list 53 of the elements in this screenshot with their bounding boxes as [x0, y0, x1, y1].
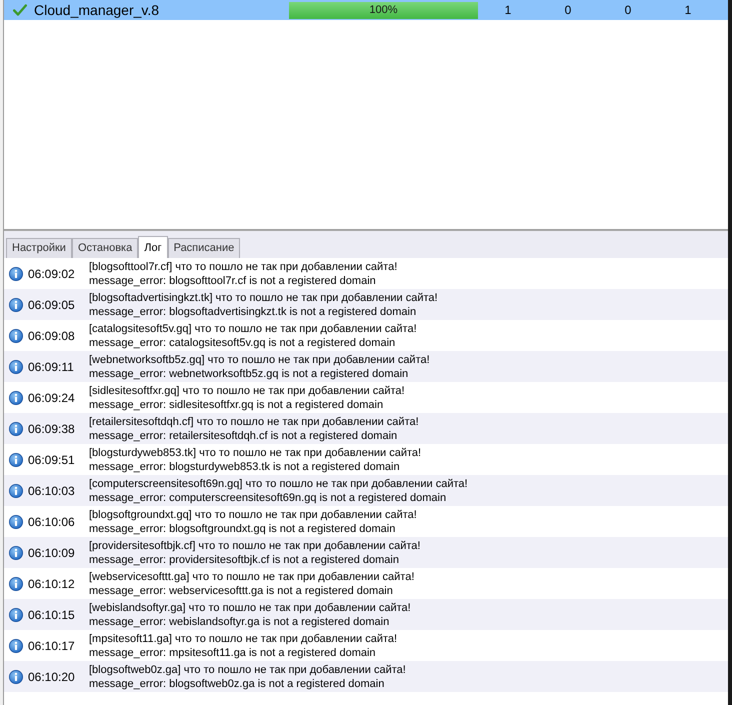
log-message: message_error: blogsturdyweb853.tk is not a registered domain	[89, 460, 401, 474]
log-message: message_error: webservicesofttt.ga is not a registered domain	[89, 584, 394, 598]
log-message: message_error: blogsofttool7r.cf is not a registered domain	[89, 274, 377, 288]
log-time: 06:09:05	[27, 296, 76, 314]
log-message: message_error: sidlesitesoftfxr.gq is not a registered domain	[89, 398, 384, 412]
log-time: 06:10:06	[27, 514, 76, 530]
log-time: 06:09:51	[27, 452, 76, 468]
count-cell-text: 0	[624, 2, 632, 19]
log-time: 06:10:09	[27, 544, 76, 562]
log-time: 06:09:08	[27, 328, 76, 344]
job-name: Cloud_manager_v.8	[33, 0, 160, 20]
log-time: 06:09:11	[27, 358, 75, 376]
count-cell-text: 1	[504, 2, 512, 19]
log-title: [sidlesitesoftfxr.gq] что то пошло не так при добавлении сайта!	[89, 384, 405, 398]
log-time: 06:09:02	[27, 266, 76, 282]
log-title: [catalogsitesoft5v.gq] что то пошло не так при добавлении сайта!	[89, 322, 417, 336]
log-title: [providersitesoftbjk.cf] что то пошло не так при добавлении сайта!	[89, 538, 420, 552]
tab[interactable]: Остановка	[72, 238, 138, 258]
job-row[interactable]: Cloud_manager_v.8 100% 1 0 0 1	[4, 0, 728, 20]
log-title: [blogsoftweb0z.ga] что то пошло не так при добавлении сайта!	[89, 662, 406, 676]
tab[interactable]: Расписание	[168, 238, 240, 258]
log-time: 06:10:20	[27, 668, 76, 686]
tab[interactable]: Лог	[138, 236, 168, 258]
log-title: [webnetworksoftb5z.gq] что то пошло не так при добавлении сайта!	[89, 352, 430, 366]
log-message: message_error: catalogsitesoft5v.gq is not a registered domain	[89, 336, 396, 350]
log-title: [blogsoftgroundxt.gq] что то пошло не так при добавлении сайта!	[89, 508, 417, 522]
log-message: message_error: retailersitesoftdqh.cf is not a registered domain	[89, 428, 398, 442]
log-message: message_error: mpsitesoft11.ga is not a registered domain	[89, 646, 377, 660]
log-time: 06:10:12	[27, 576, 76, 592]
log-time: 06:10:17	[27, 638, 76, 654]
log-title: [mpsitesoft11.ga] что то пошло не так при добавлении сайта!	[89, 632, 398, 646]
log-message: message_error: webislandsoftyr.ga is not a registered domain	[89, 614, 390, 628]
log-time: 06:09:38	[27, 420, 76, 438]
log-time: 06:10:15	[27, 606, 76, 624]
progress-label: 100%	[368, 2, 399, 18]
log-title: [webislandsoftyr.ga] что то пошло не так при добавлении сайта!	[89, 600, 411, 614]
count-cell-text: 1	[684, 2, 692, 19]
log-time: 06:10:03	[27, 482, 76, 500]
count-cell-text: 0	[564, 2, 572, 19]
log-title: [blogsofttool7r.cf] что то пошло не так при добавлении сайта!	[89, 260, 398, 274]
log-title: [blogsturdyweb853.tk] что то пошло не так при добавлении сайта!	[89, 446, 422, 460]
log-message: message_error: providersitesoftbjk.cf is not a registered domain	[89, 552, 400, 566]
log-message: message_error: blogsoftweb0z.ga is not a registered domain	[89, 676, 386, 690]
tab[interactable]: Настройки	[6, 238, 72, 258]
log-message: message_error: blogsoftgroundxt.gq is not a registered domain	[89, 522, 396, 536]
log-message: message_error: webnetworksoftb5z.gq is not a registered domain	[89, 366, 410, 380]
log-time: 06:09:24	[27, 390, 76, 406]
log-message: message_error: blogsoftadvertisingkzt.tk is not a registered domain	[89, 304, 418, 318]
log-title: [computerscreensitesoft69n.gq] что то пошло не так при добавлении сайта!	[89, 476, 468, 490]
log-title: [webservicesofttt.ga] что то пошло не так при добавлении сайта!	[89, 570, 414, 584]
log-title: [retailersitesoftdqh.cf] что то пошло не так при добавлении сайта!	[89, 414, 419, 428]
log-title: [blogsoftadvertisingkzt.tk] что то пошло не так при добавлении сайта!	[89, 290, 438, 304]
log-message: message_error: computerscreensitesoft69n.gq is not a registered domain	[89, 490, 448, 504]
